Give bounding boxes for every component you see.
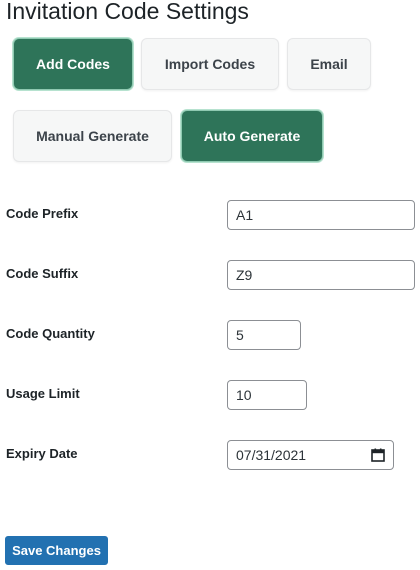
tab-manual-generate[interactable]: Manual Generate <box>13 110 172 162</box>
page-title: Invitation Code Settings <box>6 0 249 24</box>
code-suffix-value: Z9 <box>236 267 253 283</box>
calendar-icon[interactable] <box>371 448 385 462</box>
usage-limit-value: 10 <box>236 387 252 403</box>
code-suffix-label: Code Suffix <box>6 266 79 281</box>
usage-limit-label: Usage Limit <box>6 386 80 401</box>
save-changes-button[interactable]: Save Changes <box>5 536 108 565</box>
tab-auto-generate[interactable]: Auto Generate <box>181 110 323 162</box>
code-prefix-label: Code Prefix <box>6 206 79 221</box>
code-prefix-input[interactable]: A1 <box>227 200 415 230</box>
expiry-date-input[interactable]: 07/31/2021 <box>227 440 394 470</box>
usage-limit-input[interactable]: 10 <box>227 380 307 410</box>
tab-import-codes[interactable]: Import Codes <box>141 38 279 90</box>
code-quantity-value: 5 <box>236 327 244 343</box>
code-quantity-label: Code Quantity <box>6 326 95 341</box>
code-prefix-value: A1 <box>236 207 254 223</box>
expiry-date-value: 07/31/2021 <box>236 447 307 463</box>
tab-email[interactable]: Email <box>287 38 371 90</box>
code-suffix-input[interactable]: Z9 <box>227 260 415 290</box>
expiry-date-label: Expiry Date <box>6 446 78 461</box>
code-quantity-input[interactable]: 5 <box>227 320 301 350</box>
tab-add-codes[interactable]: Add Codes <box>13 38 133 90</box>
